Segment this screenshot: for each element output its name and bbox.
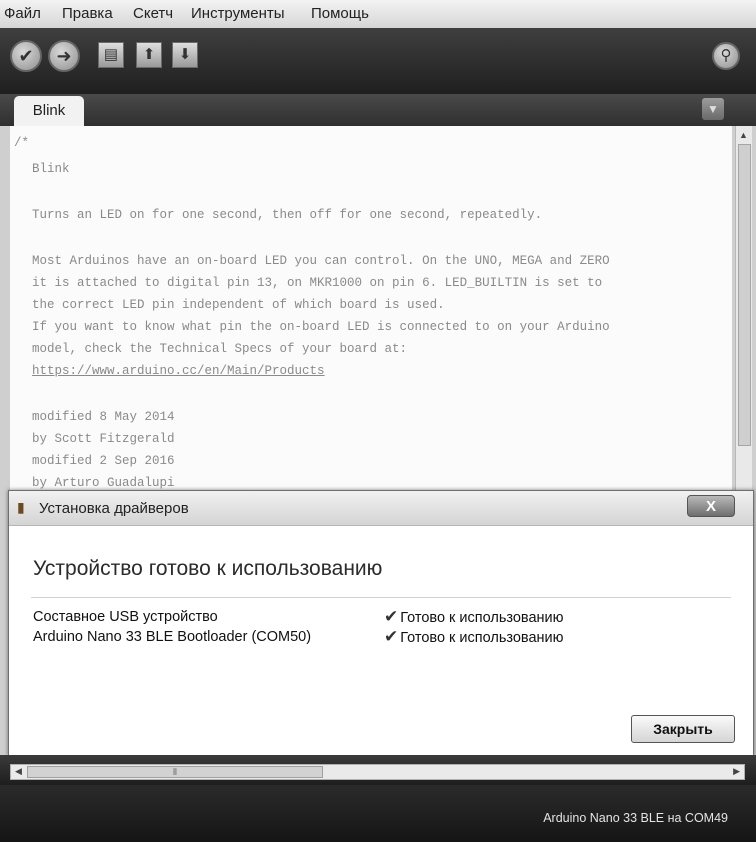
open-icon: ⬆ bbox=[142, 46, 156, 63]
dialog-heading: Устройство готово к использованию bbox=[33, 557, 383, 580]
checkmark-icon: ✔ bbox=[384, 627, 399, 646]
verify-button[interactable]: ✔ bbox=[10, 40, 42, 72]
dialog-title: Установка драйверов bbox=[39, 500, 189, 517]
scroll-thumb[interactable]: ⦀ bbox=[27, 766, 323, 778]
device-status-text: Готово к использованию bbox=[400, 630, 564, 646]
device-status: ✔ Готово к использованию bbox=[384, 627, 564, 647]
open-button[interactable]: ⬆ bbox=[136, 42, 162, 68]
driver-install-dialog: ▮ Установка драйверов X Устройство готов… bbox=[8, 490, 754, 756]
status-bar: Arduino Nano 33 BLE на COM49 bbox=[0, 785, 756, 842]
dialog-titlebar: ▮ Установка драйверов X bbox=[9, 491, 753, 526]
new-button[interactable]: ▤ bbox=[98, 42, 124, 68]
close-button[interactable]: Закрыть bbox=[631, 715, 735, 743]
device-status: ✔ Готово к использованию bbox=[384, 607, 564, 627]
code-line: Blink bbox=[32, 162, 70, 176]
code-line: If you want to know what pin the on-boar… bbox=[32, 320, 610, 334]
code-line: Most Arduinos have an on-board LED you c… bbox=[32, 254, 610, 268]
board-port-status: Arduino Nano 33 BLE на COM49 bbox=[543, 811, 728, 825]
grip-icon: ⦀ bbox=[173, 767, 177, 777]
serial-monitor-button[interactable]: ⚲ bbox=[712, 42, 740, 70]
code-line: /* bbox=[14, 136, 30, 150]
close-icon: X bbox=[705, 498, 716, 515]
scroll-thumb[interactable] bbox=[738, 144, 751, 446]
arrow-right-icon: ➜ bbox=[56, 46, 72, 66]
toolbar: ✔ ➜ ▤ ⬆ ⬇ ⚲ bbox=[0, 28, 756, 94]
scroll-left-icon[interactable]: ◀ bbox=[15, 766, 22, 777]
device-name: Составное USB устройство bbox=[33, 609, 218, 625]
code-link[interactable]: https://www.arduino.cc/en/Main/Products bbox=[32, 364, 325, 378]
checkmark-icon: ✔ bbox=[384, 607, 399, 626]
menu-help[interactable]: Помощь bbox=[311, 5, 369, 22]
device-install-icon: ▮ bbox=[17, 499, 25, 515]
code-line: the correct LED pin independent of which… bbox=[32, 298, 445, 312]
save-button[interactable]: ⬇ bbox=[172, 42, 198, 68]
menu-bar: Файл Правка Скетч Инструменты Помощь bbox=[0, 0, 756, 29]
menu-sketch[interactable]: Скетч bbox=[133, 5, 173, 22]
menu-edit[interactable]: Правка bbox=[62, 5, 113, 22]
code-line: model, check the Technical Specs of your… bbox=[32, 342, 408, 356]
code-line: by Arturo Guadalupi bbox=[32, 476, 175, 490]
upload-button[interactable]: ➜ bbox=[48, 40, 80, 72]
tab-menu-button[interactable]: ▼ bbox=[702, 98, 724, 120]
code-line: it is attached to digital pin 13, on MKR… bbox=[32, 276, 603, 290]
scroll-right-icon[interactable]: ▶ bbox=[733, 766, 740, 777]
tab-blink[interactable]: Blink bbox=[14, 96, 84, 126]
new-file-icon: ▤ bbox=[103, 46, 119, 63]
scroll-up-icon[interactable]: ▲ bbox=[739, 130, 748, 140]
menu-tools[interactable]: Инструменты bbox=[191, 5, 285, 22]
divider bbox=[31, 597, 731, 598]
code-line: by Scott Fitzgerald bbox=[32, 432, 175, 446]
code-line: Turns an LED on for one second, then off… bbox=[32, 208, 543, 222]
tab-bar: Blink ▼ bbox=[0, 94, 756, 126]
menu-file[interactable]: Файл bbox=[4, 5, 41, 22]
checkmark-icon: ✔ bbox=[18, 46, 34, 66]
search-icon: ⚲ bbox=[720, 47, 732, 64]
save-icon: ⬇ bbox=[178, 46, 192, 63]
code-line: modified 8 May 2014 bbox=[32, 410, 175, 424]
device-status-text: Готово к использованию bbox=[400, 610, 564, 626]
horizontal-scrollbar[interactable]: ◀ ⦀ ▶ bbox=[10, 764, 745, 780]
code-line: modified 2 Sep 2016 bbox=[32, 454, 175, 468]
chevron-down-icon: ▼ bbox=[707, 102, 719, 116]
dialog-close-button[interactable]: X bbox=[687, 495, 735, 517]
device-name: Arduino Nano 33 BLE Bootloader (COM50) bbox=[33, 629, 312, 645]
